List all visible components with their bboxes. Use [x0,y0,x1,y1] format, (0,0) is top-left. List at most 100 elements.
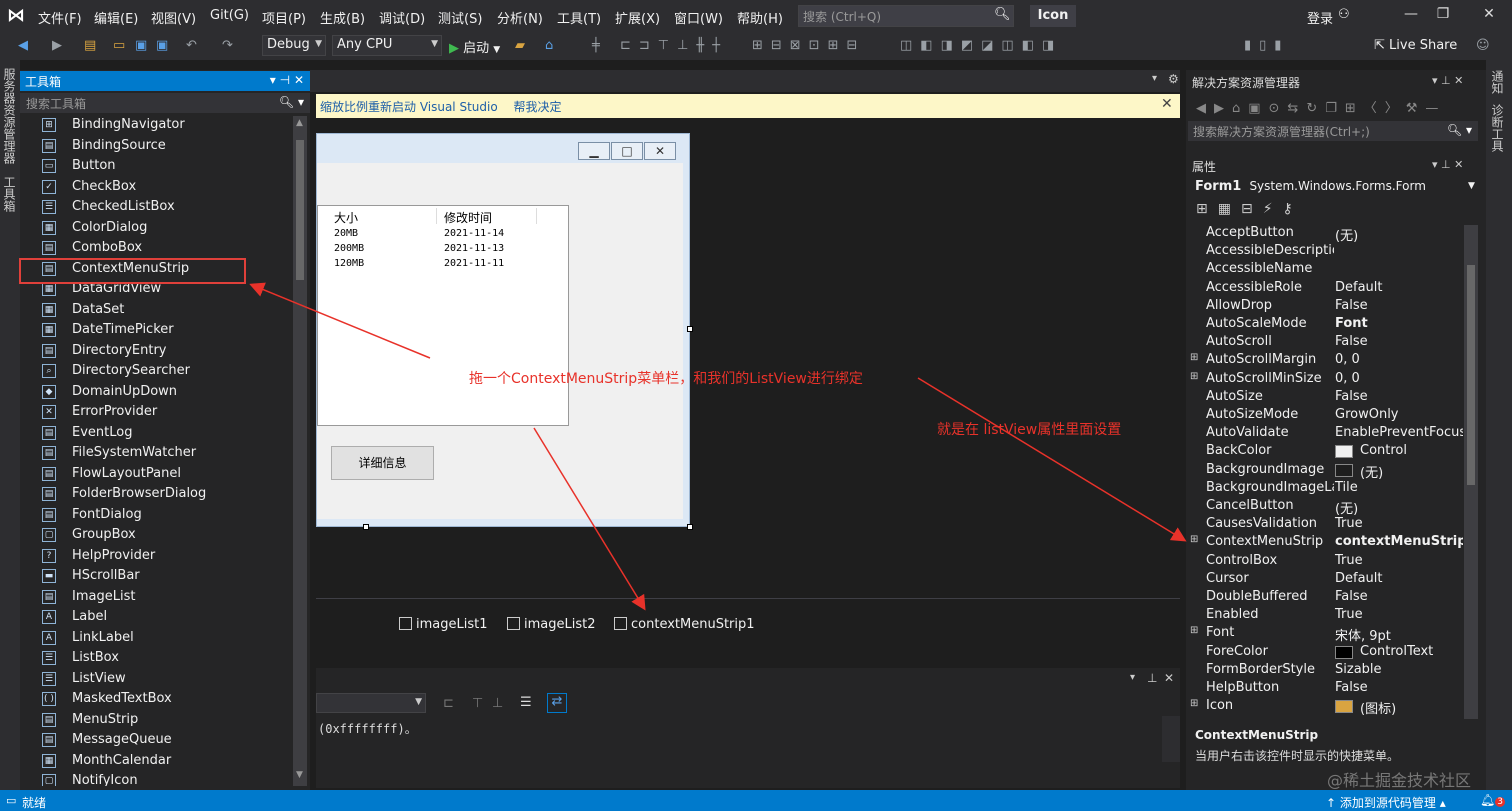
notifications-button[interactable]: 🔔︎ 3 [1480,793,1505,807]
toolbox-item[interactable]: ✓ CheckBox [20,178,292,198]
close-icon[interactable]: ✕ [1164,671,1174,685]
server-explorer-tab[interactable]: 服务器资源管理器 [2,68,18,164]
toolbox-item[interactable]: ◆ DomainUpDown [20,383,292,403]
property-value[interactable]: False [1335,298,1368,313]
property-value[interactable]: EnablePreventFocusChange [1335,425,1463,440]
menu-item[interactable]: 测试(S) [438,8,482,27]
undo-icon[interactable]: ↶ [186,38,197,53]
property-value[interactable]: GrowOnly [1335,407,1399,422]
property-row[interactable]: BackgroundImage (无) [1188,462,1463,481]
expand-icon[interactable]: ⊞ [1190,371,1198,382]
toolbox-item[interactable]: ▤ FontDialog [20,506,292,526]
toolbox-search-input[interactable]: 搜索工具箱 🔍︎ ▾ [20,93,310,113]
list-view[interactable]: 大小 修改时间 20MB 2021-11-14 200MB 2021-11-13… [317,205,569,426]
toolbox-item[interactable]: ✕ ErrorProvider [20,403,292,423]
tab-list-icon[interactable]: ▾ [1152,73,1157,84]
toolbox-item[interactable]: ⊞ BindingNavigator [20,116,292,136]
menu-item[interactable]: 分析(N) [497,8,543,27]
property-value[interactable]: False [1335,389,1368,404]
align-icon[interactable]: ╪ [592,38,600,53]
user-icon[interactable]: ⚇ [1338,7,1350,22]
toolbox-item[interactable]: ▦ DateTimePicker [20,321,292,341]
save-icon[interactable]: ▣ [135,38,147,53]
expand-icon[interactable]: ⊞ [1190,352,1198,363]
close-icon[interactable]: ✕ [294,73,304,87]
tray-item-contextmenustrip1[interactable]: contextMenuStrip1 [614,617,755,632]
resize-handle[interactable] [687,524,693,530]
property-value[interactable]: 0, 0 [1335,352,1360,367]
platform-select[interactable]: Any CPU ▼ [332,35,442,56]
property-row[interactable]: ⊞ ContextMenuStrip contextMenuStrip1 [1188,534,1463,552]
toolbox-tab[interactable]: 工具箱 [2,176,18,212]
resize-handle[interactable] [687,326,693,332]
toolbox-item[interactable]: ▤ ComboBox [20,239,292,259]
toolbox-item[interactable]: ▤ MessageQueue [20,731,292,751]
output-source-select[interactable]: ▼ [316,693,426,713]
property-value[interactable]: (无) [1335,498,1358,517]
property-row[interactable]: ⊞ AutoScrollMargin 0, 0 [1188,352,1463,370]
property-row[interactable]: CausesValidation True [1188,516,1463,534]
menu-item[interactable]: 文件(F) [38,8,82,27]
property-row[interactable]: AutoScroll False [1188,334,1463,352]
toolbox-item[interactable]: ☰ ListView [20,670,292,690]
visual-studio-logo-icon[interactable]: ⋈ [5,6,27,26]
property-row[interactable]: HelpButton False [1188,680,1463,698]
property-value[interactable]: False [1335,680,1368,695]
resize-handle[interactable] [363,524,369,530]
menu-item[interactable]: 扩展(X) [615,8,660,27]
tray-item-imagelist1[interactable]: imageList1 [399,617,488,632]
property-value[interactable]: 宋体, 9pt [1335,625,1391,644]
file-explorer-icon[interactable]: ▰ [515,38,525,53]
property-row[interactable]: AutoSize False [1188,389,1463,407]
toolbox-item[interactable]: ▤ ImageList [20,588,292,608]
notifications-tab[interactable]: 通知 [1490,70,1506,94]
start-button[interactable]: ▶ 启动 ▼ [449,37,500,56]
toolbox-item[interactable]: ▤ MenuStrip [20,711,292,731]
pin-icon[interactable]: ⊥ [1147,671,1157,685]
property-row[interactable]: Enabled True [1188,607,1463,625]
detail-button[interactable]: 详细信息 [331,446,434,480]
column-header[interactable]: 大小 [334,209,358,226]
property-value[interactable]: False [1335,589,1368,604]
property-row[interactable]: FormBorderStyle Sizable [1188,662,1463,680]
toolbox-item[interactable]: A LinkLabel [20,629,292,649]
output-tool-icon[interactable]: ⊤ [472,696,483,711]
property-row[interactable]: CancelButton (无) [1188,498,1463,517]
toolbox-item[interactable]: ▬ HScrollBar [20,567,292,587]
login-link[interactable]: 登录 [1307,8,1333,27]
toolbox-item[interactable]: ☰ CheckedListBox [20,198,292,218]
dropdown-icon[interactable]: ▾ [270,73,276,87]
diagnostics-tab[interactable]: 诊断工具 [1490,104,1506,152]
menu-item[interactable]: 生成(B) [320,8,365,27]
column-header[interactable]: 修改时间 [444,209,492,226]
minimize-button[interactable]: — [1396,6,1426,22]
property-value[interactable]: True [1335,607,1363,622]
toolbox-item[interactable]: ( ) MaskedTextBox [20,690,292,710]
property-row[interactable]: AccessibleDescription [1188,243,1463,261]
solution-search-input[interactable]: 搜索解决方案资源管理器(Ctrl+;) 🔍︎ ▾ [1188,121,1478,141]
properties-scrollbar[interactable] [1464,225,1478,719]
toolbox-item[interactable]: A Label [20,608,292,628]
menu-item[interactable]: 窗口(W) [674,8,723,27]
expand-icon[interactable]: ⊞ [1190,698,1198,709]
search-input[interactable]: 搜索 (Ctrl+Q) [798,5,1014,27]
property-row[interactable]: AllowDrop False [1188,298,1463,316]
property-value[interactable]: True [1335,553,1363,568]
clear-all-icon[interactable]: ☰ [520,695,532,710]
property-row[interactable]: BackColor Control [1188,443,1463,461]
pin-icon[interactable]: ⊣ [280,73,290,87]
open-folder-icon[interactable]: ▭ [113,38,125,53]
live-share-button[interactable]: ⇱ Live Share [1374,38,1457,53]
dropdown-icon[interactable]: ▾ [1130,672,1135,683]
property-value[interactable]: contextMenuStrip1 [1335,534,1463,549]
output-scrollbar[interactable] [1162,716,1180,762]
toolbox-scroll-thumb[interactable] [296,140,304,280]
property-row[interactable]: ForeColor ControlText [1188,644,1463,662]
property-row[interactable]: AccessibleRole Default [1188,280,1463,298]
expand-icon[interactable]: ⊞ [1190,625,1198,636]
menu-item[interactable]: 工具(T) [557,8,601,27]
property-value[interactable]: Sizable [1335,662,1382,677]
close-icon[interactable]: ✕ [1161,96,1173,112]
property-row[interactable]: ControlBox True [1188,553,1463,571]
expand-icon[interactable]: ⊞ [1190,534,1198,545]
